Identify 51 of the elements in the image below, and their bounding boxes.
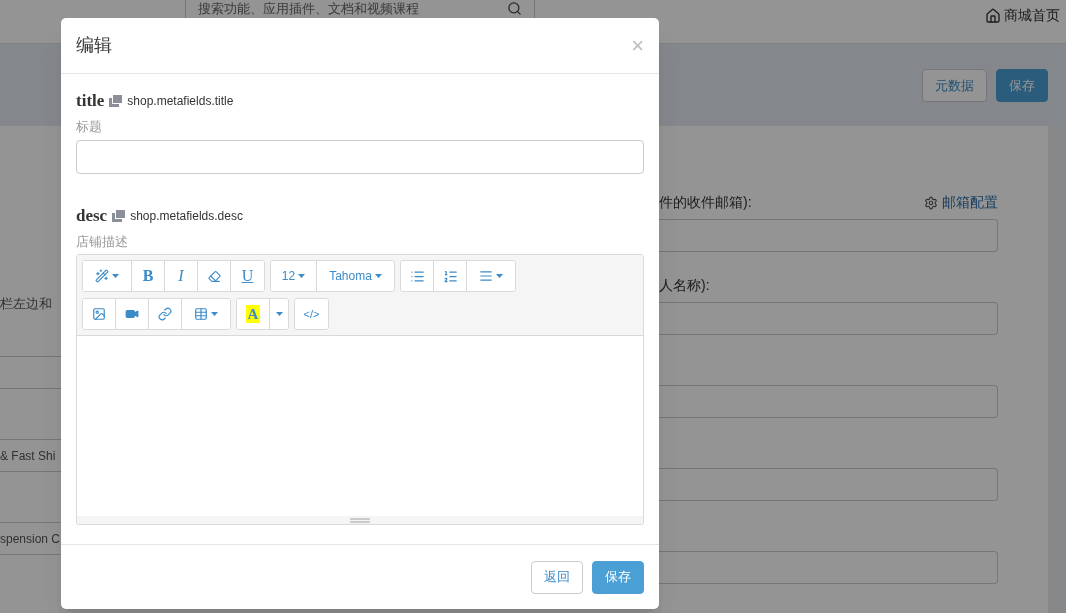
field-key: shop.metafields.desc bbox=[130, 206, 243, 225]
search-icon[interactable] bbox=[507, 1, 522, 16]
dialog-button[interactable]: 保存 bbox=[592, 560, 644, 594]
magic-wand-icon bbox=[95, 269, 109, 283]
field-label: 标题 bbox=[76, 118, 103, 136]
table-icon bbox=[194, 307, 208, 321]
text-field[interactable] bbox=[659, 219, 998, 252]
search-placeholder: 搜索功能、应用插件、文档和视频课程 bbox=[198, 1, 419, 16]
eraser-icon bbox=[207, 269, 221, 283]
text-field[interactable] bbox=[659, 385, 998, 418]
bullet-list-button[interactable] bbox=[401, 261, 434, 291]
field-name: desc bbox=[76, 205, 108, 226]
video-camera-icon bbox=[125, 307, 139, 321]
field-key: shop.metafields.title bbox=[127, 92, 234, 110]
resize-handle-icon[interactable] bbox=[350, 517, 370, 523]
align-icon bbox=[479, 269, 493, 283]
link-icon bbox=[158, 307, 172, 321]
copy-icon[interactable] bbox=[112, 209, 126, 222]
settings-icon bbox=[924, 195, 938, 210]
input-field[interactable] bbox=[76, 139, 644, 174]
header-button[interactable]: 元数据 bbox=[922, 69, 987, 102]
text-field[interactable] bbox=[659, 468, 998, 501]
form-label: 人名称): bbox=[659, 276, 710, 295]
image-icon bbox=[92, 307, 106, 321]
text-field[interactable] bbox=[659, 302, 998, 335]
field-label: 店铺描述 bbox=[76, 232, 129, 251]
text-field[interactable] bbox=[659, 551, 998, 584]
bullet-list-icon bbox=[409, 268, 425, 284]
highlight-button[interactable]: A bbox=[237, 299, 270, 329]
caret-icon bbox=[496, 274, 503, 278]
picture-button[interactable] bbox=[83, 299, 116, 329]
dialog-button[interactable]: 返回 bbox=[531, 560, 583, 594]
dialog-title: 编辑 bbox=[76, 34, 112, 57]
font-size-button[interactable]: 12 bbox=[271, 261, 317, 291]
home-icon bbox=[985, 7, 1001, 24]
caret-icon bbox=[211, 312, 218, 316]
caret-icon bbox=[112, 274, 119, 278]
style-button[interactable] bbox=[83, 261, 132, 291]
form-label: 件的收件邮箱): bbox=[659, 193, 752, 212]
caret-icon bbox=[374, 274, 382, 278]
caret-icon bbox=[298, 274, 306, 278]
code-view-button[interactable]: </> bbox=[295, 299, 328, 329]
caret-icon bbox=[275, 312, 283, 316]
header-button[interactable]: 保存 bbox=[996, 69, 1048, 102]
field-name: title bbox=[76, 91, 105, 111]
helper-text: 栏左边和 bbox=[0, 296, 53, 312]
rich-text-editor[interactable]: B I U 12 Tahoma A </> bbox=[76, 254, 644, 525]
copy-icon[interactable] bbox=[109, 95, 123, 107]
mail-settings-link[interactable]: 邮箱配置 bbox=[924, 192, 998, 213]
numbered-list-icon bbox=[442, 268, 458, 284]
home-link[interactable]: 商城首页 bbox=[985, 5, 1060, 26]
